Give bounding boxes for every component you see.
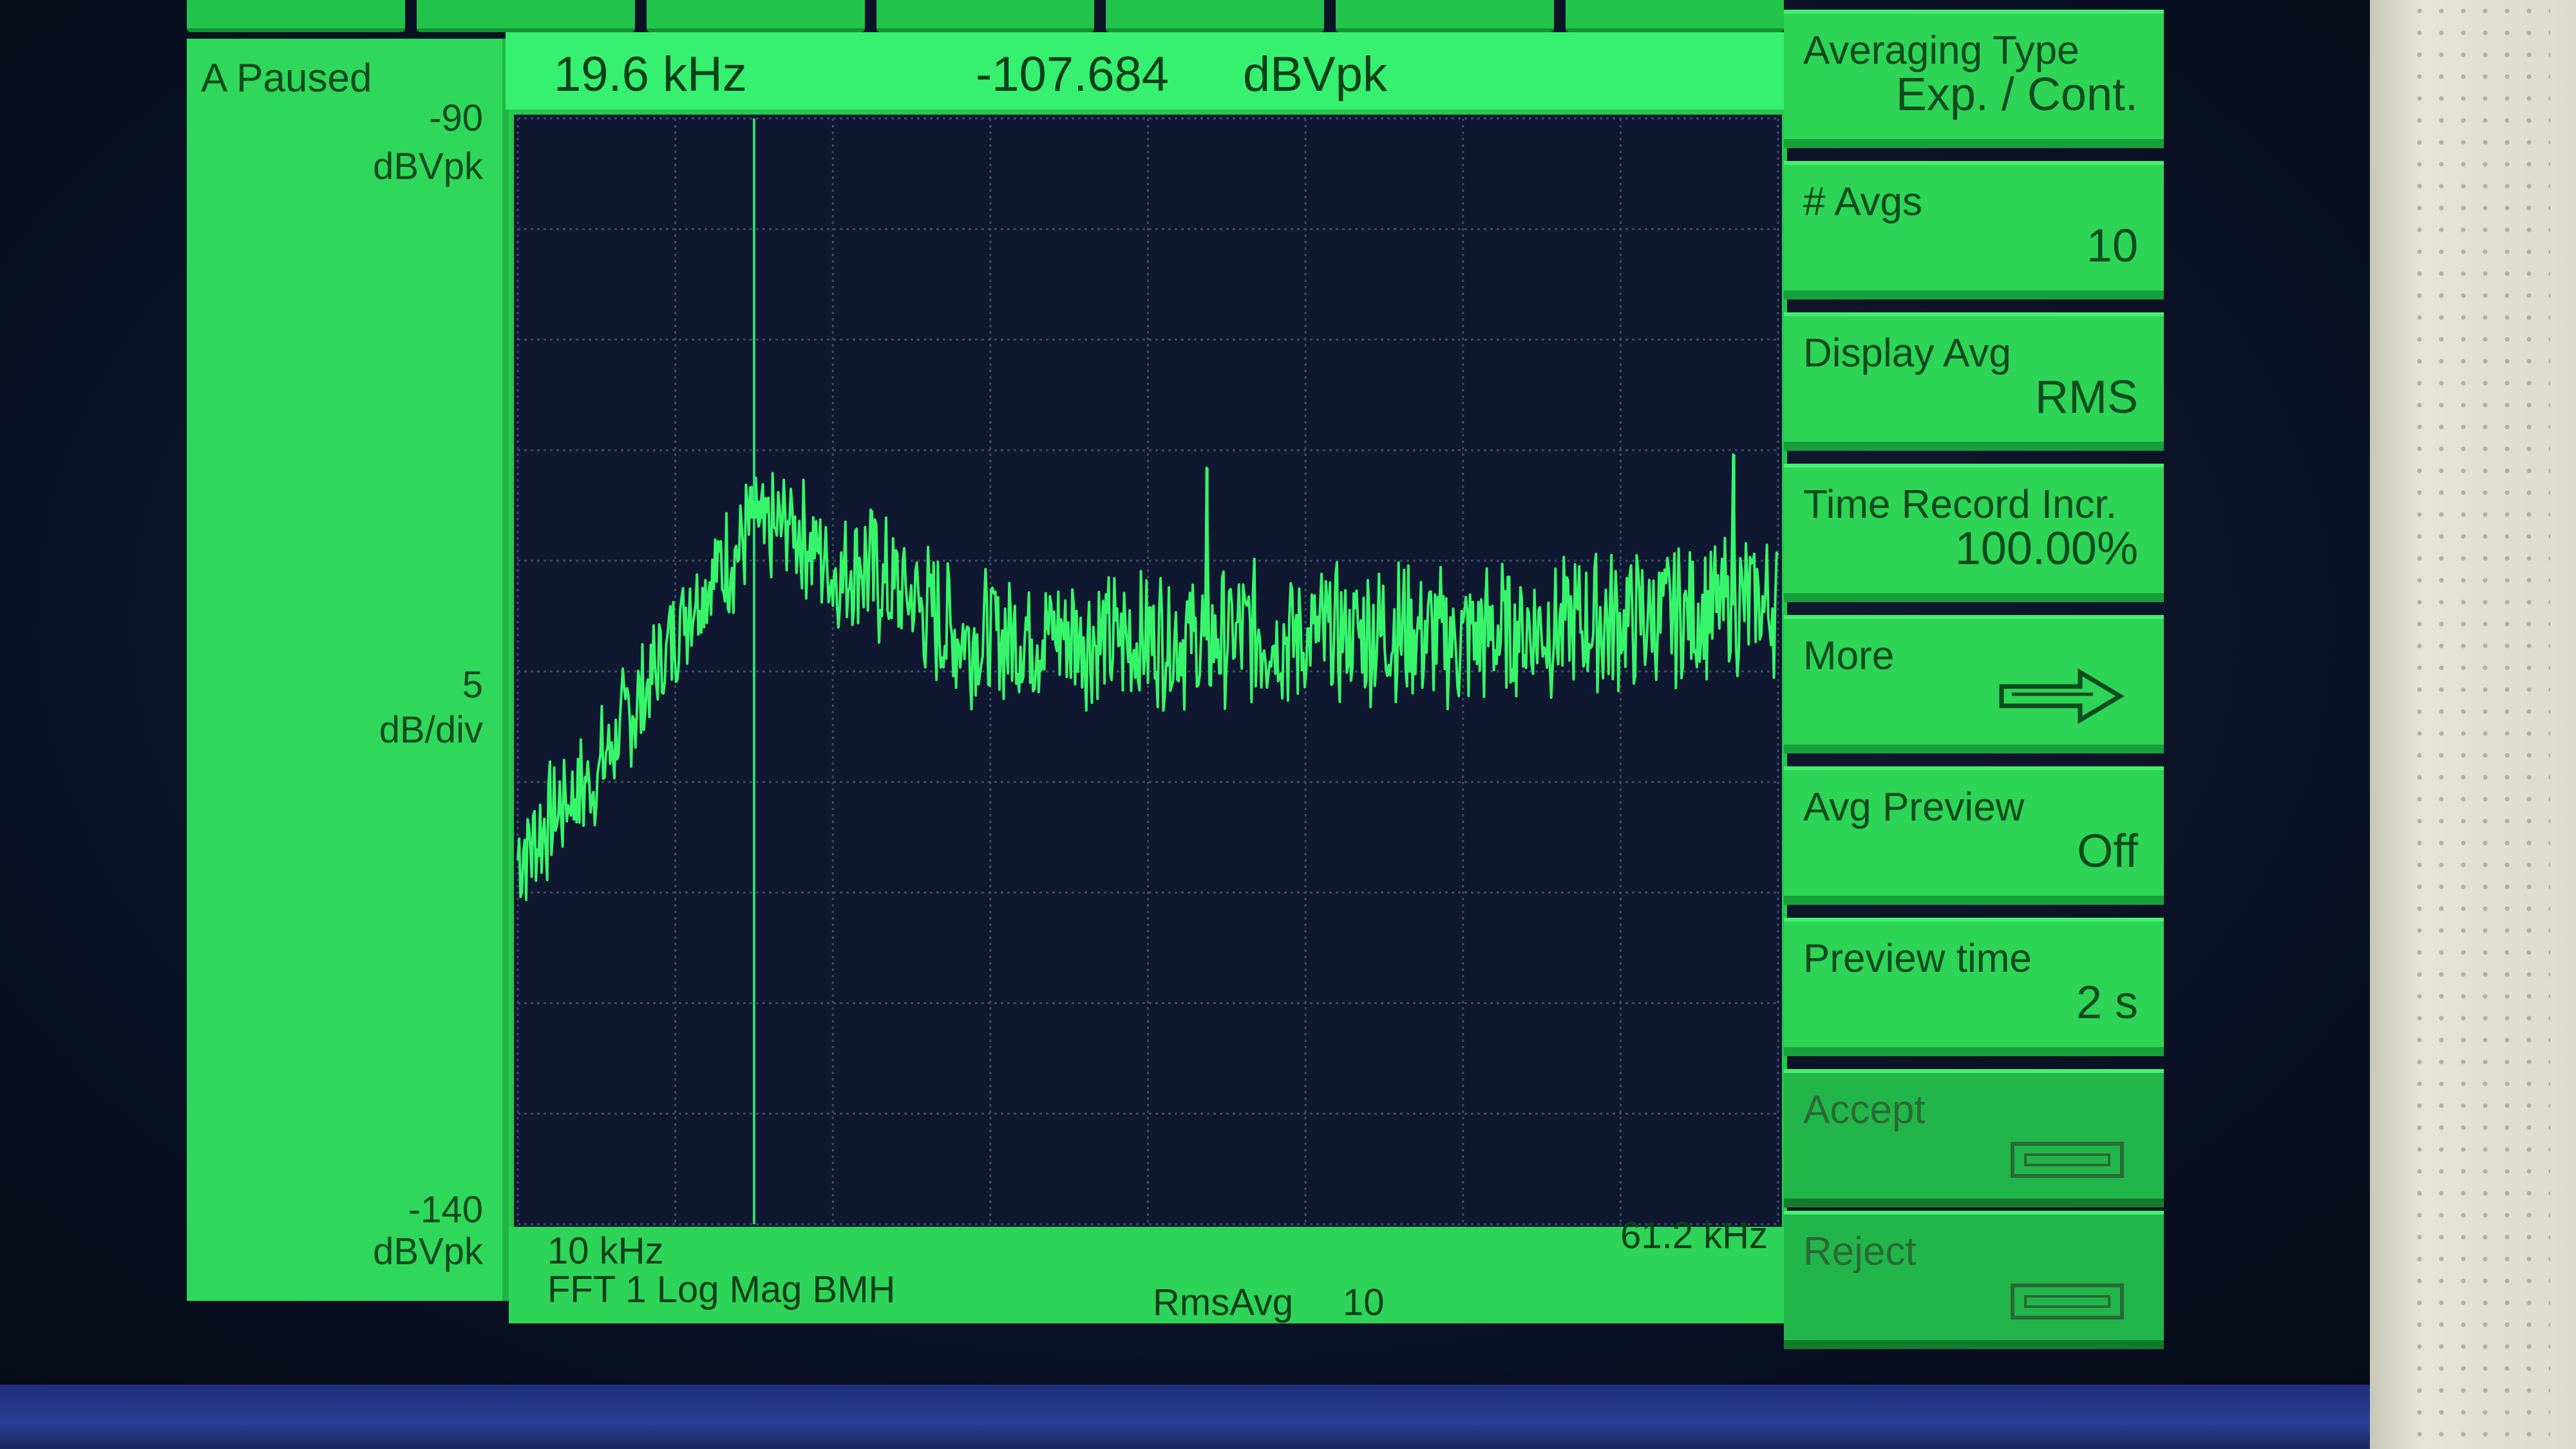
- y-bottom-value: -140: [408, 1189, 483, 1231]
- bezel-texture: [2409, 0, 2550, 1449]
- y-scale-value: 5: [462, 664, 483, 706]
- top-tab[interactable]: [876, 0, 1095, 32]
- button-rect-icon: [2011, 1283, 2124, 1320]
- softkey-label: More: [1803, 634, 1895, 678]
- softkey-label: Averaging Type: [1803, 28, 2079, 73]
- top-tab-strip: [187, 0, 1785, 32]
- marker-point: [744, 500, 763, 519]
- spectrum-chart: [516, 117, 1779, 1226]
- y-scale-unit: dB/div: [379, 709, 483, 751]
- instrument-bezel-right: [2370, 0, 2576, 1449]
- top-tab[interactable]: [646, 0, 865, 32]
- softkey-value: Off: [2077, 826, 2138, 877]
- measurement-status: A Paused: [201, 56, 372, 100]
- softkey-label: Display Avg: [1803, 331, 2011, 375]
- softkey-reject[interactable]: Reject: [1784, 1211, 2164, 1349]
- y-bottom-unit: dBVpk: [373, 1231, 483, 1273]
- softkey-display-avg[interactable]: Display Avg RMS: [1784, 312, 2164, 451]
- softkey-menu: Averaging Type Exp. / Cont. # Avgs 10 Di…: [1784, 0, 2164, 1349]
- arrow-right-icon: [1999, 668, 2125, 724]
- button-rect-icon: [2011, 1142, 2124, 1178]
- marker-readout: 19.6 kHz -107.684 dBVpk: [506, 32, 1787, 109]
- softkey-value: Exp. / Cont.: [1895, 69, 2138, 120]
- trace-description: FFT 1 Log Mag BMH: [547, 1269, 896, 1311]
- softkey-label: Reject: [1803, 1229, 1917, 1274]
- spectrum-graph[interactable]: [509, 109, 1787, 1233]
- average-count: 10: [1343, 1282, 1385, 1323]
- softkey-time-record-incr[interactable]: Time Record Incr. 100.00%: [1784, 464, 2164, 602]
- softkey-label: Preview time: [1803, 936, 2032, 981]
- softkey-preview-time[interactable]: Preview time 2 s: [1784, 918, 2164, 1056]
- y-axis-panel: A Paused -90 dBVpk 5 dB/div -140 dBVpk: [187, 39, 509, 1301]
- marker-unit: dBVpk: [1243, 47, 1387, 102]
- softkey-num-avgs[interactable]: # Avgs 10: [1784, 161, 2164, 299]
- softkey-value: RMS: [2035, 372, 2138, 423]
- top-tab[interactable]: [187, 0, 405, 32]
- softkey-averaging-type[interactable]: Averaging Type Exp. / Cont.: [1784, 10, 2164, 148]
- softkey-more[interactable]: More: [1784, 615, 2164, 753]
- top-tab[interactable]: [416, 0, 635, 32]
- softkey-value: 2 s: [2076, 977, 2138, 1028]
- softkey-accept[interactable]: Accept: [1784, 1069, 2164, 1208]
- softkey-value: 100.00%: [1955, 523, 2138, 574]
- average-mode: RmsAvg: [1153, 1282, 1294, 1323]
- top-tab[interactable]: [1106, 0, 1325, 32]
- marker-frequency: 19.6 kHz: [554, 47, 747, 102]
- y-top-unit: dBVpk: [373, 146, 483, 187]
- stop-frequency: 61.2 kHz: [1620, 1215, 1768, 1256]
- spectrum-trace: [516, 453, 1779, 902]
- y-top-value: -90: [429, 97, 483, 139]
- marker-value: -107.684: [976, 47, 1170, 102]
- softkey-label: Time Record Incr.: [1803, 482, 2117, 527]
- trace-info-bar: 10 kHz 61.2 kHz FFT 1 Log Mag BMH RmsAvg…: [509, 1215, 1787, 1323]
- softkey-label: Accept: [1803, 1088, 1926, 1132]
- start-frequency: 10 kHz: [547, 1230, 664, 1272]
- softkey-value: 10: [2086, 220, 2138, 272]
- top-tab[interactable]: [1566, 0, 1785, 32]
- softkey-label: Avg Preview: [1803, 785, 2025, 829]
- instrument-bezel-bottom: [0, 1385, 2370, 1449]
- top-tab[interactable]: [1336, 0, 1555, 32]
- softkey-label: # Avgs: [1803, 180, 1923, 224]
- softkey-avg-preview[interactable]: Avg Preview Off: [1784, 766, 2164, 905]
